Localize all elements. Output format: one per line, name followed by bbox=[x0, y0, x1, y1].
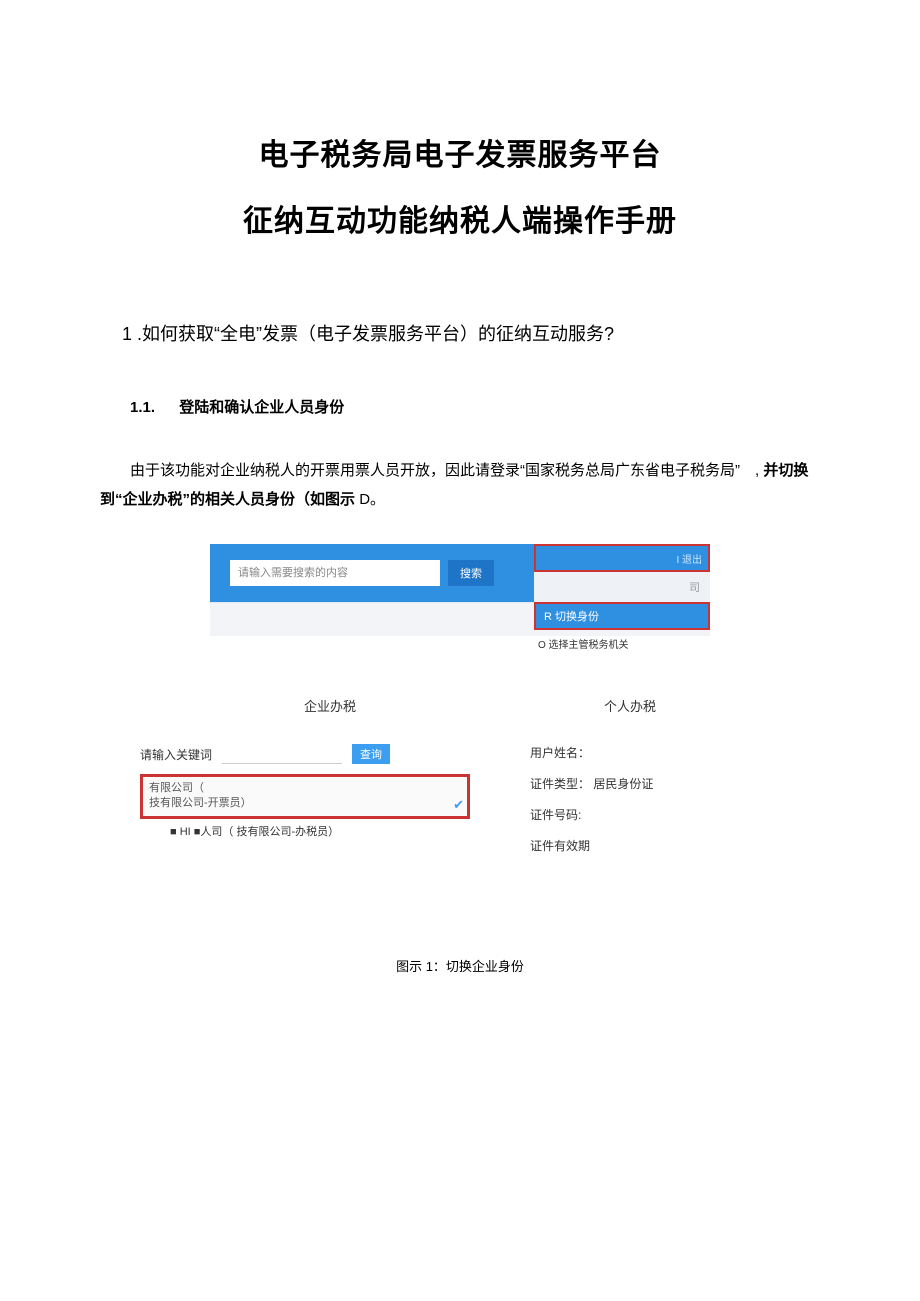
section-text: .如何获取“全电”发票（电子发票服务平台）的征纳互动服务? bbox=[137, 324, 614, 344]
screenshot-1: 请输入需要搜索的内容 搜索 I 退出 司 R 切换身份 O 选择主管税务机关 bbox=[210, 544, 710, 636]
logout-row[interactable]: I 退出 bbox=[534, 544, 710, 572]
screenshot-2: 企业办税 个人办税 请输入关键词 查询 有限公司（ 技有限公司-开票员） ✔ ■… bbox=[140, 696, 780, 715]
id-number-label: 证件号码: bbox=[530, 808, 581, 822]
figure-2-wrap: 企业办税 个人办税 请输入关键词 查询 有限公司（ 技有限公司-开票员） ✔ ■… bbox=[100, 696, 820, 916]
subsection-number: 1.1. bbox=[130, 399, 155, 416]
id-type-row: 证件类型： 居民身份证 bbox=[530, 775, 653, 792]
document-title: 电子税务局电子发票服务平台 征纳互动功能纳税人端操作手册 bbox=[100, 130, 820, 240]
company-text-1a: 有限公司（ bbox=[149, 782, 204, 794]
user-dropdown-panel: I 退出 司 R 切换身份 O 选择主管税务机关 bbox=[534, 544, 710, 651]
subsection-text: 登陆和确认企业人员身份 bbox=[179, 399, 344, 416]
figure-1-wrap: 请输入需要搜索的内容 搜索 I 退出 司 R 切换身份 O 选择主管税务机关 bbox=[100, 544, 820, 636]
enterprise-left-column: 请输入关键词 查询 有限公司（ 技有限公司-开票员） ✔ ■ HI ■人司（ 技… bbox=[140, 744, 490, 840]
figure-caption-1: 图示 1：切换企业身份 bbox=[100, 956, 820, 975]
identity-tabs: 企业办税 个人办税 bbox=[140, 696, 780, 715]
user-name-row: 用户姓名： bbox=[530, 744, 653, 761]
id-type-value: 居民身份证 bbox=[593, 777, 653, 791]
search-input[interactable]: 请输入需要搜索的内容 bbox=[230, 560, 440, 586]
id-type-label: 证件类型： bbox=[530, 777, 590, 791]
company-suffix: 司 bbox=[689, 579, 700, 595]
switch-identity-label: R 切换身份 bbox=[544, 608, 599, 624]
title-line-2: 征纳互动功能纳税人端操作手册 bbox=[100, 196, 820, 240]
logout-label: I 退出 bbox=[676, 551, 702, 566]
query-button[interactable]: 查询 bbox=[352, 744, 390, 764]
id-number-row: 证件号码: bbox=[530, 806, 653, 823]
user-name-label: 用户姓名： bbox=[530, 746, 590, 760]
select-tax-authority-label: O 选择主管税务机关 bbox=[538, 640, 629, 651]
title-line-1: 电子税务局电子发票服务平台 bbox=[100, 130, 820, 174]
subsection-heading-1-1: 1.1. 登陆和确认企业人员身份 bbox=[100, 396, 820, 417]
company-item-2[interactable]: ■ HI ■人司（ 技有限公司-办税员） bbox=[140, 825, 400, 840]
company-name-row: 司 bbox=[534, 572, 710, 602]
user-info-column: 用户姓名： 证件类型： 居民身份证 证件号码: 证件有效期 bbox=[530, 744, 653, 868]
company-selected-box[interactable]: 有限公司（ 技有限公司-开票员） ✔ bbox=[140, 774, 470, 819]
search-button[interactable]: 搜索 bbox=[448, 560, 494, 586]
check-icon: ✔ bbox=[453, 796, 464, 814]
id-valid-row: 证件有效期 bbox=[530, 837, 653, 854]
keyword-label: 请输入关键词 bbox=[140, 746, 212, 763]
paragraph-1: 由于该功能对企业纳税人的开票用票人员开放，因此请登录“国家税务总局广东省电子税务… bbox=[100, 457, 820, 514]
para-text-before: 由于该功能对企业纳税人的开票用票人员开放，因此请登录“国家税务总局广东省电子税务… bbox=[130, 462, 759, 479]
select-tax-authority-row[interactable]: O 选择主管税务机关 bbox=[534, 630, 710, 651]
company-text-1b: 技有限公司-开票员） bbox=[149, 797, 252, 809]
tab-personal[interactable]: 个人办税 bbox=[500, 696, 760, 715]
id-valid-label: 证件有效期 bbox=[530, 839, 590, 853]
switch-identity-row[interactable]: R 切换身份 bbox=[534, 602, 710, 630]
section-number: 1 bbox=[122, 324, 132, 344]
keyword-row: 请输入关键词 查询 bbox=[140, 744, 490, 764]
para-text-after: D。 bbox=[359, 491, 385, 508]
section-heading-1: 1 .如何获取“全电”发票（电子发票服务平台）的征纳互动服务? bbox=[100, 320, 820, 346]
keyword-input[interactable] bbox=[222, 744, 342, 764]
tab-enterprise[interactable]: 企业办税 bbox=[160, 696, 500, 715]
